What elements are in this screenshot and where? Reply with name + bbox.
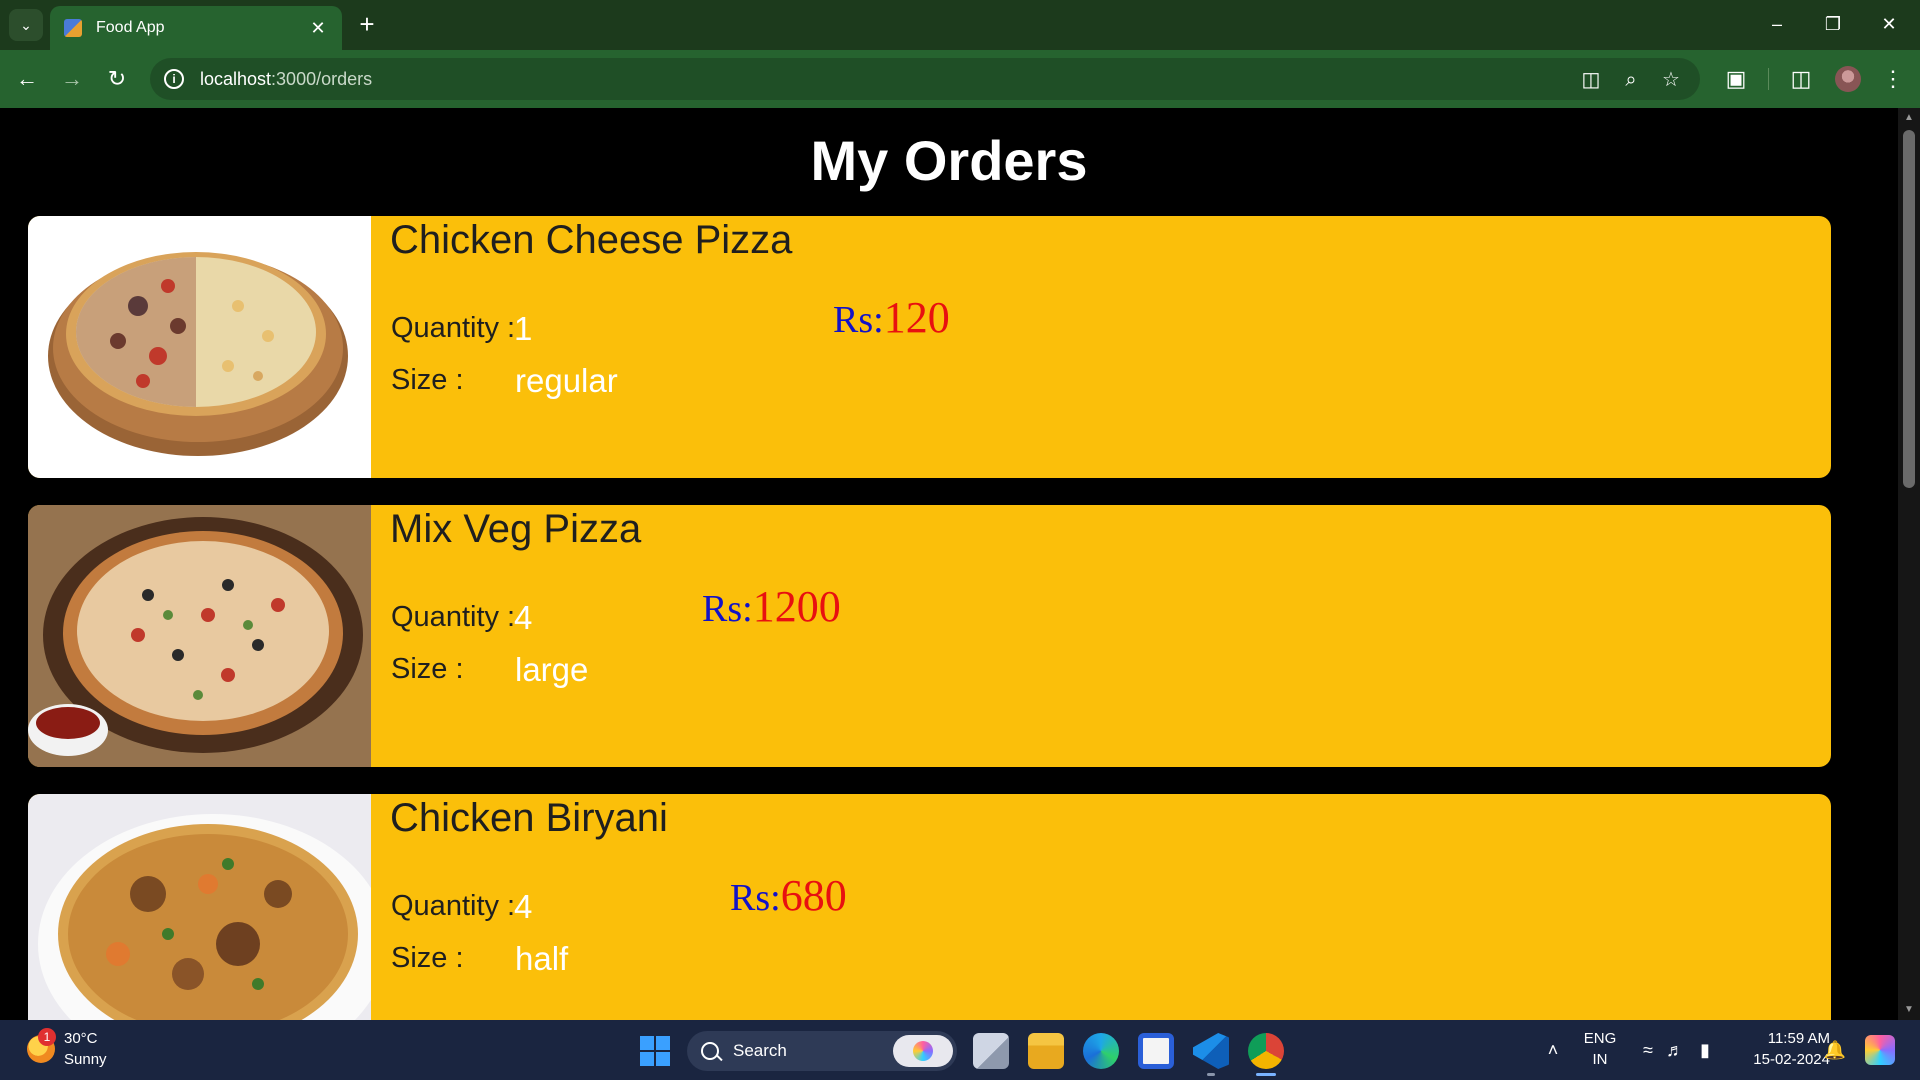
scroll-up-icon[interactable]: ▲ <box>1903 112 1915 124</box>
price-label: Rs: <box>730 877 781 919</box>
order-image-chicken-cheese-pizza <box>28 216 371 478</box>
site-info-icon[interactable]: i <box>164 69 184 89</box>
minimize-button[interactable]: – <box>1755 8 1799 40</box>
size-label: Size : <box>391 364 464 396</box>
install-app-icon[interactable]: ◫ <box>1577 66 1605 94</box>
extensions-icon[interactable]: ▣ <box>1719 62 1753 96</box>
browser-tab-strip: ⌄ Food App ✕ + – ❐ ✕ <box>0 0 1920 50</box>
language-indicator-bottom[interactable]: IN <box>1580 1051 1620 1068</box>
restore-button[interactable]: ❐ <box>1811 8 1855 40</box>
copilot-icon[interactable] <box>893 1035 953 1067</box>
price-label: Rs: <box>833 299 884 341</box>
order-item-name: Mix Veg Pizza <box>390 507 642 551</box>
back-button[interactable]: ← <box>10 62 44 96</box>
taskbar <box>0 1020 1920 1080</box>
chevron-down-icon: ⌄ <box>20 16 32 33</box>
clock-date[interactable]: 15-02-2024 <box>1730 1051 1830 1068</box>
url-path: :3000/orders <box>271 68 373 89</box>
chrome-icon[interactable] <box>1248 1033 1284 1069</box>
order-card: Chicken Biryani Quantity : 4 Size : half… <box>28 794 1831 1020</box>
side-panel-icon[interactable]: ◫ <box>1784 62 1818 96</box>
price-value: 1200 <box>752 582 841 631</box>
bookmark-star-icon[interactable]: ☆ <box>1657 66 1685 94</box>
clock-time[interactable]: 11:59 AM <box>1730 1030 1830 1047</box>
search-icon <box>701 1042 719 1060</box>
zoom-icon[interactable]: ⌕ <box>1617 66 1645 94</box>
profile-avatar[interactable] <box>1835 66 1861 92</box>
quantity-value: 4 <box>514 888 533 925</box>
notification-bell-icon[interactable]: 🔔 <box>1823 1040 1847 1061</box>
order-price: Rs:120 <box>833 292 950 343</box>
favicon-icon <box>64 19 82 37</box>
taskbar-search-box[interactable]: Search <box>687 1031 957 1071</box>
address-bar[interactable]: i localhost:3000/orders ◫ ⌕ ☆ <box>150 58 1700 100</box>
quantity-value: 1 <box>514 310 533 347</box>
task-view-icon[interactable] <box>973 1033 1009 1069</box>
scroll-down-icon[interactable]: ▼ <box>1903 1004 1915 1016</box>
size-value: large <box>515 651 589 688</box>
size-value: regular <box>515 362 618 399</box>
close-tab-icon[interactable]: ✕ <box>308 18 328 39</box>
browser-tab[interactable]: Food App ✕ <box>50 6 342 50</box>
price-label: Rs: <box>702 588 753 630</box>
copilot-tray-icon[interactable] <box>1865 1035 1895 1065</box>
edge-browser-icon[interactable] <box>1083 1033 1119 1069</box>
new-tab-button[interactable]: + <box>352 10 382 40</box>
weather-temperature[interactable]: 30°C <box>64 1030 98 1047</box>
size-label: Size : <box>391 653 464 685</box>
forward-button[interactable]: → <box>55 62 89 96</box>
page-viewport: My Orders Chicken Cheese Pizza Quantity … <box>0 108 1898 1020</box>
price-value: 120 <box>883 293 950 342</box>
close-window-button[interactable]: ✕ <box>1867 8 1911 40</box>
menu-icon[interactable]: ⋮ <box>1876 62 1910 96</box>
quantity-label: Quantity : <box>391 890 516 922</box>
order-card: Chicken Cheese Pizza Quantity : 1 Size :… <box>28 216 1831 478</box>
wifi-icon[interactable]: ≈ <box>1636 1040 1660 1061</box>
size-label: Size : <box>391 942 464 974</box>
price-value: 680 <box>780 871 847 920</box>
start-button[interactable] <box>640 1036 670 1066</box>
quantity-label: Quantity : <box>391 312 516 344</box>
vscode-running-indicator <box>1207 1073 1215 1076</box>
weather-notification-badge: 1 <box>38 1028 56 1046</box>
page-scrollbar[interactable]: ▲ ▼ <box>1898 108 1920 1020</box>
reload-button[interactable]: ↻ <box>100 62 134 96</box>
tab-title: Food App <box>96 19 165 36</box>
show-hidden-icons-chevron-icon[interactable]: ˄ <box>1541 1040 1565 1061</box>
url-host: localhost <box>200 68 272 89</box>
size-value: half <box>515 940 569 977</box>
taskbar-search-label: Search <box>733 1041 787 1060</box>
file-explorer-icon[interactable] <box>1028 1033 1064 1069</box>
order-card: Mix Veg Pizza Quantity : 4 Size : large … <box>28 505 1831 767</box>
battery-icon[interactable]: ▮ <box>1693 1040 1717 1061</box>
microsoft-store-icon[interactable] <box>1138 1033 1174 1069</box>
order-item-name: Chicken Biryani <box>390 796 668 840</box>
chrome-active-indicator <box>1256 1073 1276 1076</box>
order-price: Rs:1200 <box>702 581 841 632</box>
quantity-label: Quantity : <box>391 601 516 633</box>
order-price: Rs:680 <box>730 870 847 921</box>
toolbar-divider <box>1768 68 1769 90</box>
order-image-mix-veg-pizza <box>28 505 371 767</box>
browser-toolbar: ← → ↻ i localhost:3000/orders ◫ ⌕ ☆ ▣ ◫ … <box>0 50 1920 108</box>
quantity-value: 4 <box>514 599 533 636</box>
page-title: My Orders <box>810 129 1088 192</box>
order-image-chicken-biryani <box>28 794 371 1020</box>
tab-search-button[interactable]: ⌄ <box>9 9 43 41</box>
weather-condition[interactable]: Sunny <box>64 1051 107 1068</box>
language-indicator-top[interactable]: ENG <box>1580 1030 1620 1047</box>
scrollbar-thumb[interactable] <box>1903 130 1915 488</box>
order-item-name: Chicken Cheese Pizza <box>390 218 793 262</box>
volume-icon[interactable]: ♬ <box>1663 1040 1687 1061</box>
